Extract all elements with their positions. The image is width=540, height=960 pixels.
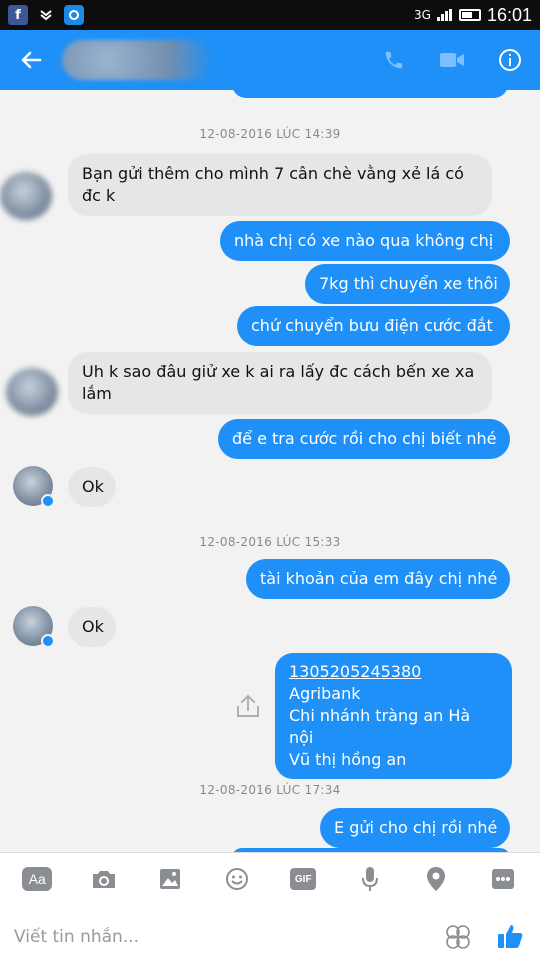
contact-avatar-blurred[interactable]: [0, 172, 52, 220]
arrow-left-icon: [21, 51, 42, 69]
image-icon: [160, 869, 181, 889]
network-type: 3G: [414, 8, 431, 22]
phone-icon: [385, 51, 403, 69]
share-icon: [237, 694, 259, 717]
more-options-button[interactable]: [487, 863, 519, 895]
outgoing-message[interactable]: nhà chị có xe nào qua không chị: [220, 221, 510, 261]
thumbs-up-icon: [498, 925, 523, 948]
clock: 16:01: [486, 4, 532, 25]
account-number-link[interactable]: 1305205245380: [289, 661, 498, 683]
contact-name-blurred[interactable]: [62, 40, 212, 80]
timestamp: 12-08-2016 LÚC 15:33: [199, 535, 341, 549]
share-button[interactable]: [234, 692, 262, 720]
timestamp: 12-08-2016 LÚC 17:34: [199, 783, 341, 797]
account-details-message[interactable]: 1305205245380 Agribank Chi nhánh tràng a…: [275, 653, 512, 779]
info-button[interactable]: [496, 46, 524, 74]
message-input[interactable]: [14, 919, 444, 955]
battery-icon: [458, 9, 481, 21]
microphone-icon: [361, 867, 378, 891]
like-button[interactable]: [496, 922, 526, 952]
outgoing-message[interactable]: E gửi cho chị rồi nhé: [320, 808, 510, 848]
sticker-button[interactable]: [221, 863, 253, 895]
messenger-badge-icon: [41, 634, 55, 648]
text-style-button[interactable]: Aa: [21, 863, 53, 895]
smiley-icon: [225, 868, 248, 890]
messenger-badge-icon: [41, 494, 55, 508]
outgoing-message[interactable]: tài khoản của em đây chị nhé: [246, 559, 510, 599]
facebook-notification-icon: f: [8, 5, 28, 25]
aa-icon: Aa: [22, 867, 53, 891]
bank-branch: Chi nhánh tràng an Hà nội: [289, 706, 471, 747]
account-holder: Vũ thị hồng an: [289, 750, 407, 769]
incoming-message[interactable]: Uh k sao đâu giử xe k ai ra lấy đc cách …: [68, 352, 492, 414]
video-camera-icon: [440, 53, 464, 67]
gallery-button[interactable]: [154, 863, 186, 895]
contact-avatar[interactable]: [13, 606, 55, 648]
location-button[interactable]: [420, 863, 452, 895]
outgoing-message[interactable]: để e tra cước rồi cho chị biết nhé: [218, 419, 510, 459]
outgoing-message[interactable]: 7kg thì chuyển xe thôi: [305, 264, 510, 304]
incoming-message[interactable]: Ok: [68, 467, 116, 507]
message-thread[interactable]: 12-08-2016 LÚC 14:39 Bạn gửi thêm cho mì…: [0, 90, 540, 852]
signal-icon: [436, 9, 452, 21]
camera-app-notification-icon: [64, 5, 84, 25]
gif-icon: GIF: [290, 868, 317, 890]
bank-name: Agribank: [289, 684, 361, 703]
camera-icon: [92, 871, 115, 888]
previous-message-bubble[interactable]: [232, 90, 508, 98]
voice-call-button[interactable]: [380, 46, 408, 74]
back-button[interactable]: [0, 30, 62, 90]
conversation-header: [0, 30, 540, 90]
emoji-faces-icon: [446, 925, 470, 949]
gif-button[interactable]: GIF: [287, 863, 319, 895]
camera-button[interactable]: [88, 863, 120, 895]
voice-message-button[interactable]: [354, 863, 386, 895]
timestamp: 12-08-2016 LÚC 14:39: [199, 127, 341, 141]
status-bar: f 3G 16:01: [0, 0, 540, 30]
location-pin-icon: [427, 867, 446, 891]
info-icon: [499, 49, 521, 71]
download-notification-icon: [36, 5, 56, 25]
outgoing-message[interactable]: chứ chuyển bưu điện cước đắt: [237, 306, 510, 346]
contact-avatar[interactable]: [13, 466, 55, 508]
incoming-message[interactable]: Bạn gửi thêm cho mình 7 cân chè vằng xẻ …: [68, 154, 492, 216]
more-icon: [491, 869, 514, 889]
emoji-button[interactable]: [444, 923, 472, 951]
contact-avatar-blurred[interactable]: [6, 368, 58, 416]
incoming-message[interactable]: Ok: [68, 607, 116, 647]
video-call-button[interactable]: [438, 46, 466, 74]
composer-toolbar: Aa GIF: [0, 853, 540, 905]
message-composer: Aa GIF: [0, 852, 540, 960]
